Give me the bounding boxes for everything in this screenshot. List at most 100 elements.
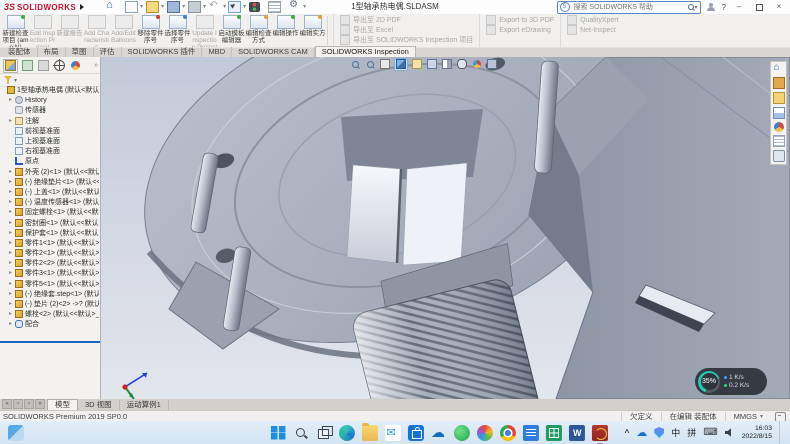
help-search-box[interactable]: S ▾ [557, 1, 701, 14]
tab-feature-tree[interactable] [3, 59, 18, 73]
export-item[interactable]: Export to 3D PDF [486, 15, 554, 25]
scroll-prev-icon[interactable] [13, 399, 23, 409]
doc-tab[interactable]: 3D 视图 [78, 400, 120, 410]
ribbon-button[interactable]: 编辑操作 [272, 14, 299, 47]
tree-item[interactable]: 1型轴承热电偶 (默认<默认_显示状态-1 [0, 85, 99, 95]
search-input[interactable] [572, 3, 688, 12]
apply-scene-icon[interactable] [486, 59, 498, 70]
rebuild-traffic-light-icon[interactable] [249, 2, 260, 12]
new-document-icon[interactable] [125, 1, 138, 13]
solidworks-resources-icon[interactable] [774, 64, 784, 74]
ribbon-button[interactable]: Add Characteristic [83, 14, 110, 47]
scroll-first-icon[interactable] [2, 399, 12, 409]
colorwheel-browser-icon[interactable] [477, 425, 493, 441]
widgets-icon[interactable] [8, 425, 24, 441]
tree-item[interactable]: 注解 [0, 116, 99, 126]
ribbon-button[interactable]: 编辑实方 [299, 14, 326, 47]
view-orientation-icon[interactable] [426, 59, 438, 70]
hide-show-items-icon[interactable] [456, 59, 468, 70]
tree-item[interactable]: (-) 绝缘套.step<1> (默认<<默认> [0, 289, 99, 299]
tree-item[interactable]: 零件2<2> (默认<<默认>_显示状 [0, 258, 99, 268]
tab-configuration-manager[interactable] [37, 60, 50, 72]
ime-mode-indicator[interactable]: 拼 [687, 426, 696, 439]
menu-expand-arrow-icon[interactable] [80, 4, 84, 10]
ribbon-button[interactable]: 移除零件序号 [137, 14, 164, 47]
word-app-icon[interactable] [569, 425, 585, 441]
task-view-icon[interactable] [316, 425, 332, 441]
tree-item[interactable]: 配合 [0, 319, 99, 329]
previous-view-icon[interactable] [379, 59, 391, 70]
onedrive-icon[interactable] [431, 425, 447, 441]
ribbon-button[interactable]: 编辑检查方式 [245, 14, 272, 47]
start-button[interactable] [270, 425, 286, 441]
onedrive-tray-icon[interactable] [636, 426, 647, 439]
ribbon-tab[interactable]: 装配体 [2, 47, 38, 57]
tree-item[interactable]: 零件5<1> (默认<<默认>_显示状 [0, 279, 99, 289]
tree-item[interactable]: 前视基准面 [0, 126, 99, 136]
ribbon-tab[interactable]: 布局 [38, 47, 66, 57]
tree-item[interactable]: (-) 垫片 (2)<2> ->? (默认<<默认> [0, 299, 99, 309]
reader-app-icon[interactable] [523, 425, 539, 441]
chrome-icon[interactable] [500, 425, 516, 441]
doc-tab[interactable]: 模型 [47, 399, 78, 410]
tree-item[interactable]: 右视基准面 [0, 146, 99, 156]
ribbon-button[interactable]: 启动模板编辑器 [218, 14, 245, 47]
ribbon-tab[interactable]: 评估 [94, 47, 122, 57]
ribbon-button[interactable]: Update Inspection Project [191, 14, 218, 47]
tree-item[interactable]: History [0, 95, 99, 105]
file-explorer-icon[interactable] [362, 425, 378, 441]
edit-appearance-icon[interactable] [471, 59, 483, 70]
export-item[interactable]: 导出至 Excel [340, 25, 473, 35]
graphics-viewport[interactable] [101, 57, 790, 399]
filter-dropdown-icon[interactable]: ▾ [14, 77, 17, 84]
dynamic-annotation-views-icon[interactable] [411, 59, 423, 70]
select-cursor-icon[interactable] [228, 1, 241, 13]
tags-icon[interactable] [775, 412, 786, 422]
tree-item[interactable]: 零件3<1> (默认<<默认>_显示状 [0, 268, 99, 278]
ribbon-tab[interactable]: SOLIDWORKS CAM [232, 47, 315, 57]
tree-item[interactable]: 固定螺栓<1> (默认<<默认>_显示 [0, 207, 99, 217]
ribbon-button[interactable]: Add/Edit Balloons [110, 14, 137, 47]
tree-item[interactable]: 传感器 [0, 105, 99, 115]
edge-icon[interactable] [339, 425, 355, 441]
tab-display-manager[interactable] [69, 60, 82, 72]
3d-model-canvas[interactable] [101, 57, 790, 399]
design-library-icon[interactable] [773, 77, 785, 89]
panel-splitter[interactable] [0, 341, 100, 343]
doc-tab[interactable]: 运动算例1 [120, 400, 169, 410]
custom-properties-icon[interactable] [773, 135, 785, 147]
solidworks-app-icon[interactable] [592, 425, 608, 441]
section-view-icon[interactable] [394, 58, 408, 71]
tabs-overflow-icon[interactable]: » [94, 62, 98, 69]
options-gear-icon[interactable] [289, 2, 300, 12]
export-item[interactable]: Export eDrawing [486, 25, 554, 35]
green-app-icon[interactable] [454, 425, 470, 441]
home-icon[interactable] [106, 2, 117, 12]
tree-item[interactable]: 螺栓<2> (默认<<默认>_显示状态 [0, 309, 99, 319]
ribbon-button[interactable]: 新建检查项目 (amp;N) [2, 14, 29, 47]
clock[interactable]: 16:03 2022/8/15 [742, 425, 772, 441]
appearances-scenes-icon[interactable] [774, 122, 784, 132]
microsoft-store-icon[interactable] [408, 425, 424, 441]
view-palette-icon[interactable] [773, 107, 785, 119]
scroll-next-icon[interactable] [24, 399, 34, 409]
undo-icon[interactable] [209, 2, 220, 12]
search-magnifier-icon[interactable] [688, 4, 695, 11]
restore-button[interactable] [752, 2, 766, 13]
export-item[interactable]: Net-Inspect [567, 25, 619, 35]
export-item[interactable]: 导出至 SOLIDWORKS Inspection 项目 [340, 35, 473, 45]
export-item[interactable]: 导出至 2D PDF [340, 15, 473, 25]
tree-item[interactable]: 上视基准面 [0, 136, 99, 146]
export-item[interactable]: QualityXpert [567, 15, 619, 25]
mail-icon[interactable] [385, 425, 401, 441]
tree-item[interactable]: 密封圈<1> (默认<<默认>_显示状 [0, 217, 99, 227]
ribbon-tab[interactable]: SOLIDWORKS 插件 [122, 47, 203, 57]
speaker-icon[interactable] [725, 428, 735, 438]
unit-system-selector[interactable]: MMGS ▾ [725, 412, 771, 421]
tree-item[interactable]: 零件2<1> (默认<<默认>_显示状 [0, 248, 99, 258]
ribbon-button[interactable]: 选择零件序号 [164, 14, 191, 47]
ribbon-tab[interactable]: SOLIDWORKS Inspection [315, 46, 416, 57]
security-shield-icon[interactable] [654, 427, 664, 438]
tree-item[interactable]: 原点 [0, 156, 99, 166]
tree-item[interactable]: 外壳 (2)<1> (默认<<默认>_显示状 [0, 167, 99, 177]
